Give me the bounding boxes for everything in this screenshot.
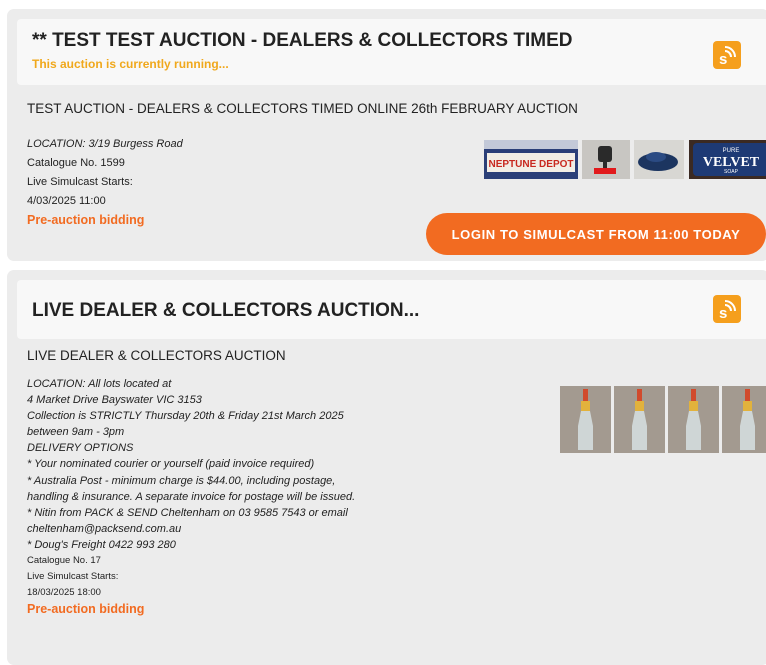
catalogue-number: Catalogue No. 17 [27, 555, 101, 567]
soap-text: SOAP [724, 169, 739, 175]
thumbnail-oil-bottle-1[interactable] [560, 386, 611, 453]
thumbnail-neptune-depot-sign[interactable]: NEPTUNE DEPOT [484, 140, 578, 179]
detail-line: * Australia Post - minimum charge is $44… [27, 474, 336, 487]
login-simulcast-button[interactable]: LOGIN TO SIMULCAST FROM 11:00 TODAY [426, 213, 766, 255]
thumbnail-pure-velvet-soap-sign[interactable]: PURE VELVET SOAP [689, 140, 766, 179]
detail-line: handling & insurance. A separate invoice… [27, 490, 356, 503]
simulcast-date: 4/03/2025 11:00 [27, 195, 106, 207]
detail-line: * Nitin from PACK & SEND Cheltenham on 0… [27, 506, 348, 519]
auction-header: LIVE DEALER & COLLECTORS AUCTION... s [17, 280, 766, 339]
auction-location: LOCATION: 3/19 Burgess Road [27, 138, 183, 150]
simulcast-date: 18/03/2025 18:00 [27, 587, 101, 599]
rss-icon[interactable]: s [713, 41, 741, 69]
auction-info: LOCATION: All lots located at 4 Market D… [27, 376, 355, 617]
thumbnail-oil-bottle-3[interactable] [668, 386, 719, 453]
thumbnail-oil-bottle-2[interactable] [614, 386, 665, 453]
pure-text: PURE [723, 148, 740, 154]
auction-title[interactable]: LIVE DEALER & COLLECTORS AUCTION... [32, 300, 419, 322]
auction-card-2: LIVE DEALER & COLLECTORS AUCTION... s LI… [7, 270, 766, 665]
thumbnail-blue-car-model[interactable] [634, 140, 684, 179]
auction-subtitle[interactable]: TEST AUCTION - DEALERS & COLLECTORS TIME… [27, 101, 578, 116]
thumbnail-black-ornament[interactable] [582, 140, 630, 179]
auction-info: LOCATION: 3/19 Burgess Road Catalogue No… [27, 135, 183, 230]
detail-line: * Doug's Freight 0422 993 280 [27, 538, 176, 551]
detail-line: * Your nominated courier or yourself (pa… [27, 458, 315, 471]
detail-line: 4 Market Drive Bayswater VIC 3153 [27, 394, 202, 407]
neptune-depot-text: NEPTUNE DEPOT [488, 159, 573, 170]
auction-status: This auction is currently running... [32, 57, 229, 71]
rss-icon[interactable]: s [713, 295, 741, 323]
auction-subtitle[interactable]: LIVE DEALER & COLLECTORS AUCTION [27, 348, 286, 363]
detail-line: DELIVERY OPTIONS [27, 442, 134, 455]
pre-auction-bidding: Pre-auction bidding [27, 602, 145, 617]
auction-header: ** TEST TEST AUCTION - DEALERS & COLLECT… [17, 19, 766, 85]
detail-line: between 9am - 3pm [27, 426, 125, 439]
velvet-text: VELVET [703, 155, 760, 170]
catalogue-number: Catalogue No. 1599 [27, 157, 125, 169]
svg-text:s: s [719, 51, 727, 68]
simulcast-label: Live Simulcast Starts: [27, 571, 119, 583]
thumbnail-oil-bottle-4[interactable] [722, 386, 766, 453]
detail-line: LOCATION: All lots located at [27, 378, 172, 390]
simulcast-label: Live Simulcast Starts: [27, 176, 133, 188]
auction-card-1: ** TEST TEST AUCTION - DEALERS & COLLECT… [7, 9, 766, 261]
pre-auction-bidding: Pre-auction bidding [27, 213, 145, 227]
auction-title[interactable]: ** TEST TEST AUCTION - DEALERS & COLLECT… [32, 30, 572, 52]
svg-text:s: s [719, 305, 727, 322]
detail-line: cheltenham@packsend.com.au [27, 522, 182, 535]
detail-line: Collection is STRICTLY Thursday 20th & F… [27, 410, 344, 423]
